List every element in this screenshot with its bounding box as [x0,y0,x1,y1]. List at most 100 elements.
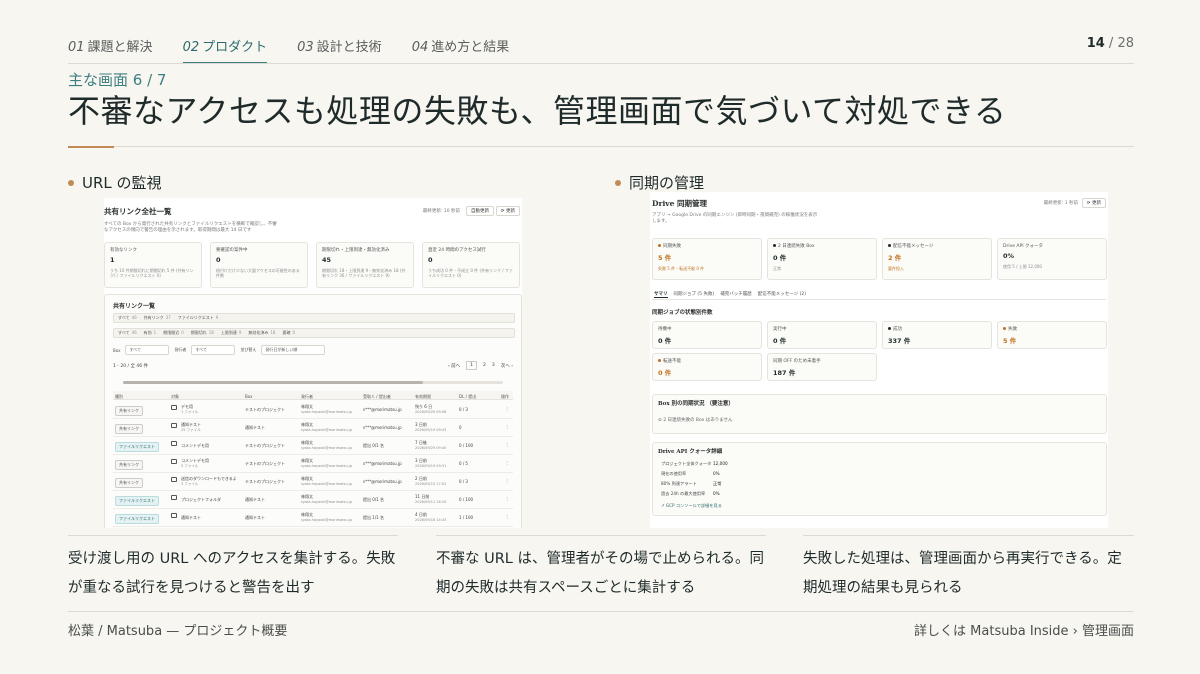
footer-divider [68,611,1134,612]
type-badge: 共有リンク [115,478,143,488]
status-dot [773,244,776,247]
section-tabs: 01 課題と解決 02 プロダクト 03 設計と技術 04 進め方と結果 [68,36,1134,64]
box-status-title: Box 別の同期状況 （要注意） [658,401,734,407]
status-dot [1003,327,1006,330]
prev-page-button[interactable]: ‹ 前へ [448,363,460,369]
bullet-dot [68,179,74,186]
table-row[interactable]: ファイルリクエスト コメントデモ用 テストのプロジェクト 林翔太 syota.h… [113,437,513,455]
status-dot [888,244,891,247]
refresh-button[interactable]: ⟳ 更新 [1081,198,1106,208]
status-filter-chips: すべて 46 有効 1 期限間近 0 期限切れ 18 上限到達 9 無効化済み 18 要確 0 [113,328,515,338]
status-dot [888,327,891,330]
page-title: 不審なアクセスも処理の失敗も、管理画面で気づいて対処できる [68,92,1007,130]
footer-right-link[interactable]: 詳しくは Matsuba Inside › 管理画面 [914,620,1134,639]
table-row[interactable]: 共有リンク 送信のダウンロードもできるよ 3 ファイル テストのプロジェクト 林… [113,473,513,491]
tab-dead-letters[interactable]: 配信不能メッセージ (2) [758,291,806,298]
bullet-dot [615,179,621,186]
filter-row: Box すべて 発行者 すべて 並び替え 発行日が新しい順 [113,345,326,355]
job-status-title: 同期ジョブの状態別件数 [652,310,713,316]
row-menu-icon[interactable]: ⋮ [505,442,509,447]
footer-left: 松葉 / Matsuba — プロジェクト概要 [68,624,288,639]
page-counter: 14 / 28 [1086,36,1134,51]
row-menu-icon[interactable]: ⋮ [505,406,509,411]
tab-product[interactable]: 02 プロダクト [182,36,267,64]
horizontal-scrollbar[interactable] [123,381,503,384]
row-menu-icon[interactable]: ⋮ [505,496,509,501]
shot-title: Drive 同期管理 [652,199,708,208]
tab-summary[interactable]: サマリ [654,291,668,298]
tab-design[interactable]: 03 設計と技術 [297,36,382,64]
tab-challenge[interactable]: 01 課題と解決 [68,36,153,64]
page-2-button[interactable]: 2 [483,363,486,368]
scrollbar-thumb[interactable] [123,381,423,384]
chip-status-disabled[interactable]: 無効化済み 18 [248,330,275,336]
caption-1: 受け渡し用の URL へのアクセスを集計する。失敗が重なる試行を見つけると警告を… [68,535,398,605]
row-menu-icon[interactable]: ⋮ [505,478,509,483]
job-card: 実行中 0 件 [767,321,877,349]
pagination: ‹ 前へ 1 2 3 次へ › [448,361,513,370]
chip-share-link[interactable]: 共有リンク 37 [144,315,171,321]
row-menu-icon[interactable]: ⋮ [505,514,509,519]
list-title: 共有リンク一覧 [113,303,156,310]
page-3-button[interactable]: 3 [492,363,495,368]
chip-status-active[interactable]: 有効 1 [144,330,157,336]
stat-card: 要確認の案件中 0 紐付けだけ少ない大量アクセスの可能性のある件数 [210,242,308,288]
type-badge: 共有リンク [115,406,143,416]
right-panel-heading: 同期の管理 [615,172,704,193]
table-row[interactable]: ファイルリクエスト プロジェクトフォルダ 通知テスト 林翔太 syota.hay… [113,491,513,509]
tab-batch-history[interactable]: 補完バッチ履歴 [720,291,752,298]
last-updated: 最終更新: 10 秒前 [422,209,460,214]
sort-select[interactable]: 発行日が新しい順 [261,345,326,355]
page-1-button[interactable]: 1 [466,361,478,370]
type-badge: ファイルリクエスト [115,442,159,452]
folder-icon [171,477,177,482]
table-row[interactable]: 共有リンク コメントデモ用 5 ファイル テストのプロジェクト 林翔太 syot… [113,455,513,473]
issuer-filter-select[interactable]: すべて [191,345,236,355]
chip-status-review[interactable]: 要確 0 [282,330,295,336]
auto-refresh-button[interactable]: 自動更新 [466,206,494,216]
last-updated: 最終更新: 1 秒前 [1043,201,1078,206]
row-menu-icon[interactable]: ⋮ [505,424,509,429]
table-row[interactable]: ファイルリクエスト 通知テスト 通知テスト 林翔太 syota.hayashi@… [113,509,513,527]
chip-status-all[interactable]: すべて 46 [118,330,137,336]
top-navigation: 01 課題と解決 02 プロダクト 03 設計と技術 04 進め方と結果 14 / 28 [68,36,1134,64]
sync-stat-card: Drive API クォータ 0% 使用 5 / 上限 12,000 [997,238,1107,280]
quota-panel: Drive API クォータ詳細 プロジェクト全体クォータ 12,000 現在の使… [652,442,1107,516]
folder-icon [171,459,177,464]
sync-stat-card: 同期失敗 5 件 失敗 5 件・転送不能 0 件 [652,238,762,280]
table-row[interactable]: 共有リンク 通知テスト 25 ファイル 通知テスト 林翔太 syota.haya… [113,419,513,437]
chip-file-request[interactable]: ファイルリクエスト 9 [178,315,219,321]
chip-status-soon[interactable]: 期限間近 0 [163,330,184,336]
caption-2: 不審な URL は、管理者がその場で止められる。同期の失敗は共有スペースごとに集… [436,535,766,605]
sync-stat-card: 2 日連続失敗 Box 0 件 正常 [767,238,877,280]
quota-row: 80% 到達アラート 正常 [661,481,722,486]
shot-description-1: アプリ → Google Drive の同期エンジン (即時同期・夜間補完) の… [652,213,818,218]
result-range: 1 - 20 / 全 46 件 [113,364,149,369]
status-dot [658,359,661,362]
row-menu-icon[interactable]: ⋮ [505,460,509,465]
type-badge: ファイルリクエスト [115,496,159,506]
refresh-button[interactable]: ⟳ 更新 [495,206,520,216]
gcp-console-link[interactable]: ↗ GCP コンソールで詳細を見る [661,503,722,509]
job-card: 転送不能 0 件 [652,353,762,381]
title-accent [68,146,114,148]
table-header: 種別 対象 Box 発行者 受取人 / 提出者 有効期限 DL / 提出 操作 [113,391,513,400]
next-page-button[interactable]: 次へ › [501,363,513,369]
quota-row: プロジェクト全体クォータ 12,000 [661,461,728,466]
job-card: 同期 OFF のため未着手 187 件 [767,353,877,381]
table-row[interactable]: 共有リンク デモ用 1 ファイル テストのプロジェクト 林翔太 syota.ha… [113,401,513,419]
folder-icon [171,405,177,410]
chip-status-limit[interactable]: 上限到達 9 [221,330,242,336]
share-list-panel: 共有リンク一覧 すべて 46 共有リンク 37 ファイルリクエスト 9 すべて 46 有… [104,294,522,528]
drive-sync-screenshot: Drive 同期管理 最終更新: 1 秒前 ⟳ 更新 アプリ → Google … [650,192,1108,528]
tab-sync-jobs[interactable]: 同期ジョブ (5 失敗) [674,291,715,298]
sync-stat-card: 配信不能メッセージ 2 件 要件投入 [882,238,992,280]
nav-divider [68,63,1134,64]
tab-process[interactable]: 04 進め方と結果 [412,36,510,64]
chip-status-expired[interactable]: 期限切れ 18 [191,330,214,336]
stat-card: 直近 24 時間のアクセス試行 0 うち成功 0 件・不成立 0 件 (共有リン… [422,242,520,288]
chip-all[interactable]: すべて 46 [118,315,137,321]
caption-3: 失敗した処理は、管理画面から再実行できる。定期処理の結果も見られる [803,535,1134,605]
box-filter-select[interactable]: すべて [125,345,170,355]
stat-card: 有効なリンク 1 うち 10 件期限切れに期間切れ 5 件 (共有リンク) / … [104,242,202,288]
